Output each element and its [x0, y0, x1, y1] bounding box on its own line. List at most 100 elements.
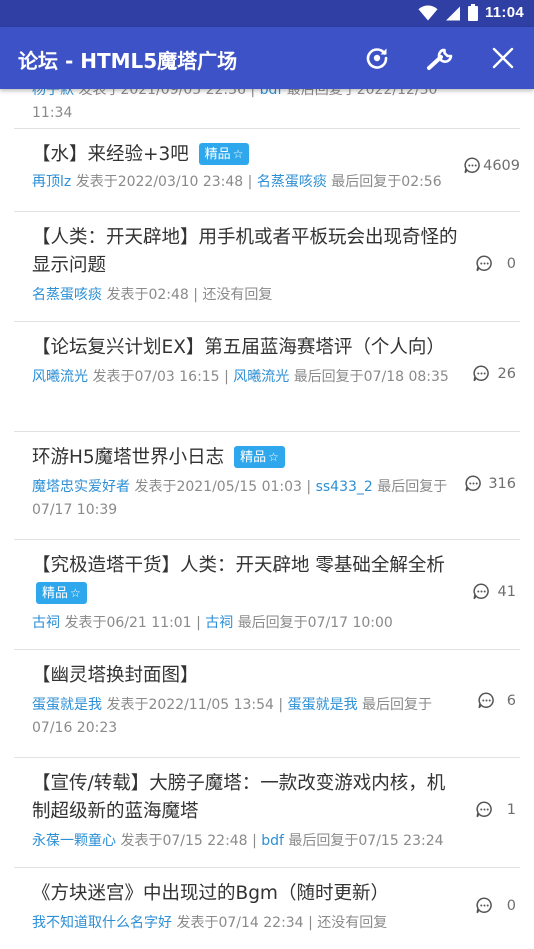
post-list-card: 杨子默 发表于2021/09/05 22:36 | bdf 最后回复于2022/… — [0, 89, 534, 949]
star-icon: ☆ — [268, 450, 279, 464]
list-item[interactable]: 【水】来经验+3吧 精品 ☆ 再顶lz 发表于2022/03/10 23:48 |… — [14, 129, 520, 212]
refresh-button[interactable] — [363, 44, 391, 72]
post-meta: 再顶lz 发表于2022/03/10 23:48 | 名蒸蛋咳痰 最后回复于02… — [32, 171, 458, 194]
post-list: 杨子默 发表于2021/09/05 22:36 | bdf 最后回复于2022/… — [14, 89, 520, 949]
post-time: 发表于07/03 16:15 — [92, 369, 220, 385]
reply-count-value: 0 — [506, 255, 516, 272]
reply-count: 1 — [476, 801, 516, 818]
post-author[interactable]: 魔塔忠实爱好者 — [32, 479, 130, 495]
post-meta: 杨子默 发表于2021/09/05 22:36 | bdf 最后回复于2022/… — [32, 89, 458, 125]
last-reply-time: 最后回复于07/15 23:24 — [288, 833, 444, 849]
reply-count: 26 — [473, 365, 516, 382]
settings-button[interactable] — [426, 44, 454, 72]
status-bar: 11:04 — [0, 0, 534, 27]
meta-separator: | — [250, 89, 256, 98]
reply-count: 0 — [476, 255, 516, 272]
post-meta: 名蒸蛋咳痰 发表于02:48 | 还没有回复 — [32, 284, 458, 307]
post-title: 【论坛复兴计划EX】第五届蓝海赛塔评（个人向） — [32, 337, 445, 358]
comment-icon — [476, 897, 492, 914]
reply-count: 0 — [476, 897, 516, 914]
post-author[interactable]: 蛋蛋就是我 — [32, 697, 102, 713]
last-reply-author[interactable]: 蛋蛋就是我 — [288, 697, 358, 713]
post-author[interactable]: 杨子默 — [32, 89, 74, 98]
post-author[interactable]: 风曦流光 — [32, 369, 88, 385]
last-reply-time: 还没有回复 — [202, 287, 273, 303]
last-reply-time: 最后回复于07/18 08:35 — [293, 369, 449, 385]
wrench-icon — [427, 48, 453, 70]
post-author[interactable]: 古祠 — [32, 615, 60, 631]
reply-count: 6 — [478, 692, 516, 709]
list-item[interactable]: 【人类：开天辟地】用手机或者平板玩会出现奇怪的显示问题 名蒸蛋咳痰 发表于02:… — [14, 212, 520, 322]
wifi-icon — [418, 4, 438, 20]
list-item[interactable]: 《方块迷宫》中出现过的Bgm（随时更新） 我不知道取什么名字好 发表于07/14… — [14, 868, 520, 949]
last-reply-author[interactable]: 名蒸蛋咳痰 — [257, 174, 327, 190]
post-title: 【水】来经验+3吧 精品 ☆ — [32, 141, 458, 169]
last-reply-author[interactable]: bdf — [260, 89, 283, 98]
page-title: 论坛 - HTML5魔塔广场 — [18, 49, 238, 73]
reply-count: 316 — [465, 475, 516, 492]
battery-icon — [467, 4, 478, 21]
post-time: 发表于02:48 — [106, 287, 189, 303]
post-title: 【宣传/转载】大膀子魔塔：一款改变游戏内核，机制超级新的蓝海魔塔 — [32, 773, 446, 822]
post-author[interactable]: 再顶lz — [32, 174, 71, 190]
star-icon: ☆ — [232, 147, 244, 161]
reply-count-value: 4609 — [483, 157, 520, 174]
badge-label: 精品 — [204, 147, 231, 162]
meta-separator: | — [247, 174, 253, 190]
close-icon — [492, 47, 514, 69]
reply-count-value: 1 — [506, 801, 516, 818]
post-title: 环游H5魔塔世界小日志 精品 ☆ — [32, 444, 458, 472]
badge-label: 精品 — [240, 450, 267, 465]
post-meta: 蛋蛋就是我 发表于2022/11/05 13:54 | 蛋蛋就是我 最后回复于0… — [32, 694, 458, 740]
post-list-area[interactable]: 杨子默 发表于2021/09/05 22:36 | bdf 最后回复于2022/… — [0, 89, 534, 949]
signal-icon — [445, 6, 460, 20]
meta-separator: | — [196, 615, 201, 631]
post-time: 发表于2022/03/10 23:48 — [75, 174, 244, 190]
comment-icon — [476, 255, 492, 272]
last-reply-time: 最后回复于07/17 10:00 — [237, 615, 393, 631]
comment-icon — [464, 157, 480, 174]
last-reply-author[interactable]: bdf — [261, 833, 284, 849]
comment-icon — [473, 583, 489, 600]
meta-separator: | — [306, 479, 312, 495]
last-reply-author[interactable]: 风曦流光 — [233, 369, 289, 385]
list-item[interactable]: 【论坛复兴计划EX】第五届蓝海赛塔评（个人向） 风曦流光 发表于07/03 16… — [14, 322, 520, 432]
post-time: 发表于07/14 22:34 — [176, 915, 304, 931]
reply-count-value: 6 — [506, 692, 516, 709]
comment-icon — [473, 365, 489, 382]
meta-separator: | — [224, 369, 229, 385]
last-reply-time: 最后回复于02:56 — [331, 174, 442, 190]
list-item[interactable]: 环游H5魔塔世界小日志 精品 ☆ 魔塔忠实爱好者 发表于2021/05/15 01… — [14, 432, 520, 540]
last-reply-author[interactable]: 古祠 — [205, 615, 233, 631]
post-author[interactable]: 我不知道取什么名字好 — [32, 915, 172, 931]
meta-separator: | — [193, 287, 198, 303]
post-title: 【究极造塔干货】人类：开天辟地 零基础全解全析 精品 ☆ — [32, 552, 458, 608]
post-meta: 魔塔忠实爱好者 发表于2021/05/15 01:03 | ss433_2 最后… — [32, 476, 472, 522]
refresh-icon — [366, 48, 388, 69]
list-item[interactable]: 杨子默 发表于2021/09/05 22:36 | bdf 最后回复于2022/… — [14, 89, 520, 129]
close-button[interactable] — [489, 44, 517, 72]
reply-count: 41 — [473, 583, 516, 600]
comment-icon — [476, 801, 492, 818]
meta-separator: | — [278, 697, 284, 713]
post-meta: 风曦流光 发表于07/03 16:15 | 风曦流光 最后回复于07/18 08… — [32, 366, 458, 389]
reply-count-value: 316 — [488, 475, 516, 492]
post-time: 发表于2022/11/05 13:54 — [106, 697, 274, 713]
reply-count: 4609 — [464, 157, 520, 174]
post-author[interactable]: 永葆一颗童心 — [32, 833, 116, 849]
star-icon: ☆ — [70, 586, 81, 600]
comment-icon — [478, 692, 494, 709]
post-meta: 永葆一颗童心 发表于07/15 22:48 | bdf 最后回复于07/15 2… — [32, 830, 458, 853]
list-item[interactable]: 【究极造塔干货】人类：开天辟地 零基础全解全析 精品 ☆ 古祠 发表于06/21 … — [14, 540, 520, 650]
last-reply-author[interactable]: ss433_2 — [316, 479, 373, 495]
featured-badge: 精品 ☆ — [234, 446, 285, 468]
post-time: 发表于07/15 22:48 — [120, 833, 248, 849]
post-title-text: 【究极造塔干货】人类：开天辟地 零基础全解全析 — [32, 555, 445, 576]
post-author[interactable]: 名蒸蛋咳痰 — [32, 287, 102, 303]
post-title-text: 【水】来经验+3吧 — [32, 144, 189, 165]
status-time: 11:04 — [484, 4, 524, 21]
list-item[interactable]: 【宣传/转载】大膀子魔塔：一款改变游戏内核，机制超级新的蓝海魔塔 永葆一颗童心 … — [14, 758, 520, 868]
post-time: 发表于06/21 11:01 — [64, 615, 192, 631]
reply-count-value: 0 — [506, 897, 516, 914]
list-item[interactable]: 【幽灵塔换封面图】 蛋蛋就是我 发表于2022/11/05 13:54 | 蛋蛋… — [14, 650, 520, 758]
